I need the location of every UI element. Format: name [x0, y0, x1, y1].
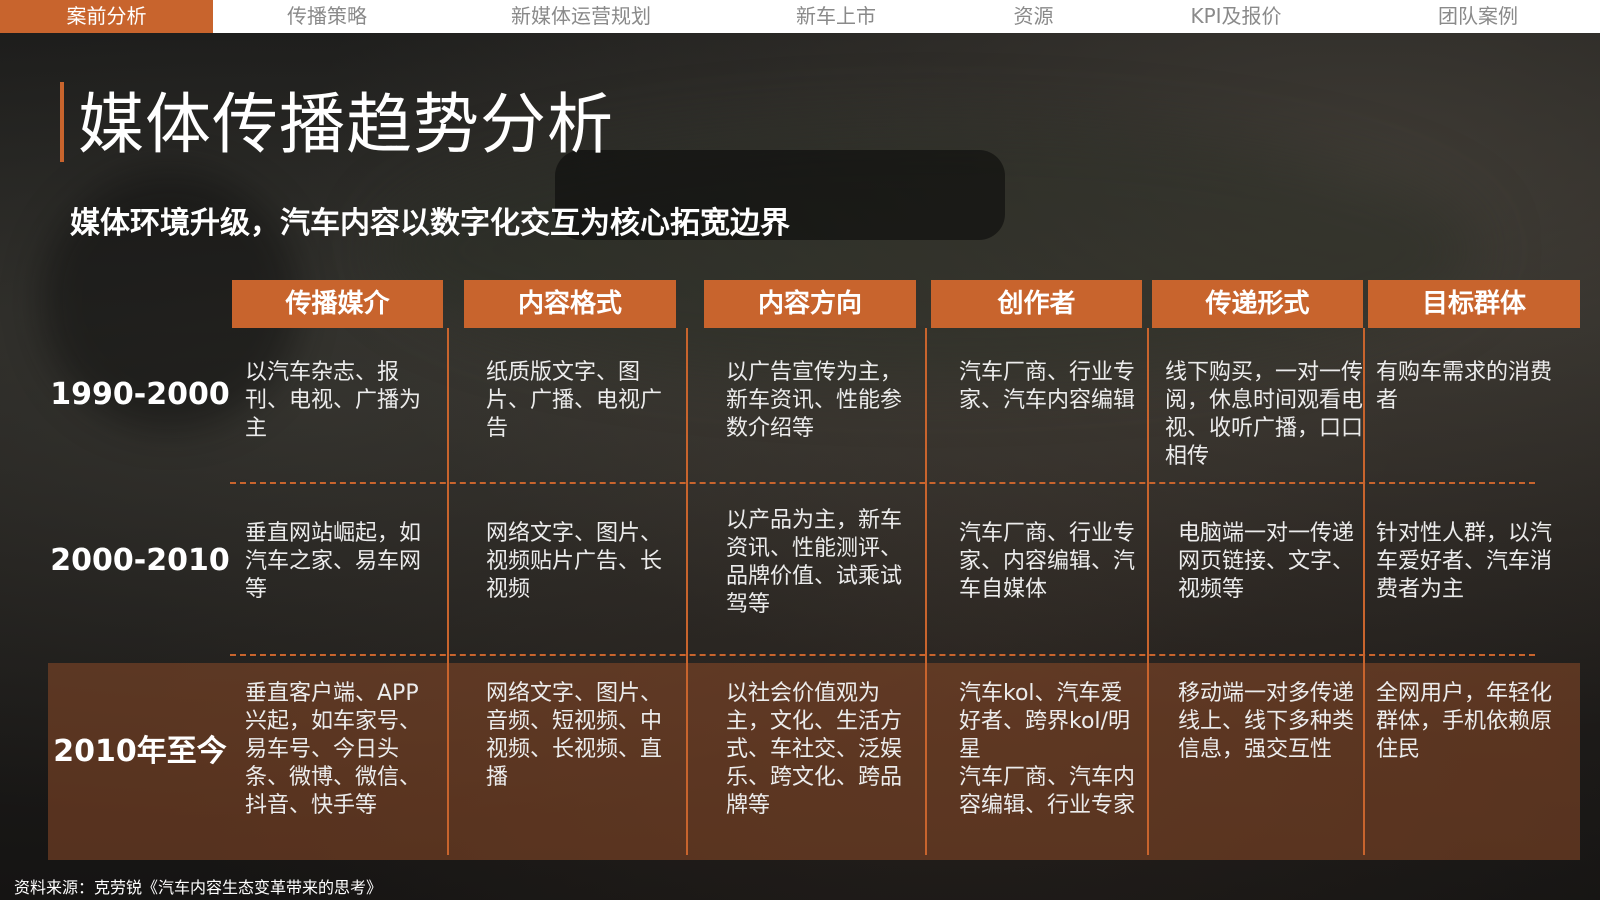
column-header-direction: 内容方向 — [704, 280, 916, 328]
table-cell: 汽车kol、汽车爱好者、跨界kol/明星 汽车厂商、汽车内容编辑、行业专家 — [959, 681, 1136, 818]
row-divider — [230, 482, 1535, 484]
period-label: 1990-2000 — [50, 377, 230, 412]
column-header-audience: 目标群体 — [1368, 280, 1580, 328]
column-header-format: 内容格式 — [464, 280, 676, 328]
table-cell: 以汽车杂志、报刊、电视、广播为主 — [245, 360, 422, 441]
table-cell: 汽车厂商、行业专家、内容编辑、汽车自媒体 — [959, 521, 1136, 602]
table-cell: 网络文字、图片、视频贴片广告、长视频 — [486, 521, 663, 602]
column-header-creator: 创作者 — [931, 280, 1142, 328]
table-cell: 线下购买，一对一传阅，休息时间观看电视、收听广播，口口相传 — [1165, 360, 1364, 469]
column-divider — [925, 328, 927, 855]
table-cell: 纸质版文字、图片、广播、电视广告 — [486, 360, 663, 441]
table-cell: 电脑端一对一传递网页链接、文字、视频等 — [1178, 521, 1355, 602]
table-cell: 网络文字、图片、音频、短视频、中视频、长视频、直播 — [486, 681, 663, 790]
column-header-delivery: 传递形式 — [1152, 280, 1363, 328]
column-header-medium: 传播媒介 — [232, 280, 443, 328]
table-cell: 垂直客户端、APP兴起，如车家号、易车号、今日头条、微博、微信、抖音、快手等 — [245, 681, 422, 818]
table-cell: 以广告宣传为主，新车资讯、性能参数介绍等 — [726, 360, 903, 441]
table-cell: 垂直网站崛起，如汽车之家、易车网等 — [245, 521, 422, 602]
period-label: 2010年至今 — [53, 734, 227, 769]
table-cell: 针对性人群，以汽车爱好者、汽车消费者为主 — [1376, 521, 1553, 602]
column-divider — [686, 328, 688, 855]
trend-table: 传播媒介 内容格式 内容方向 创作者 传递形式 目标群体 1990-2000 以… — [0, 0, 1600, 900]
row-divider — [230, 654, 1535, 656]
period-label: 2000-2010 — [50, 543, 230, 578]
table-cell: 有购车需求的消费者 — [1376, 360, 1553, 413]
column-divider — [1147, 328, 1149, 855]
table-cell: 全网用户，年轻化群体，手机依赖原住民 — [1376, 681, 1553, 762]
table-cell: 以社会价值观为主，文化、生活方式、车社交、泛娱乐、跨文化、跨品牌等 — [726, 681, 903, 818]
column-divider — [1363, 328, 1365, 855]
source-note: 资料来源：克劳锐《汽车内容生态变革带来的思考》 — [14, 878, 383, 897]
column-divider — [447, 328, 449, 855]
table-cell: 以产品为主，新车资讯、性能测评、品牌价值、试乘试驾等 — [726, 508, 903, 617]
table-cell: 移动端一对多传递线上、线下多种类信息，强交互性 — [1178, 681, 1355, 762]
table-cell: 汽车厂商、行业专家、汽车内容编辑 — [959, 360, 1136, 413]
